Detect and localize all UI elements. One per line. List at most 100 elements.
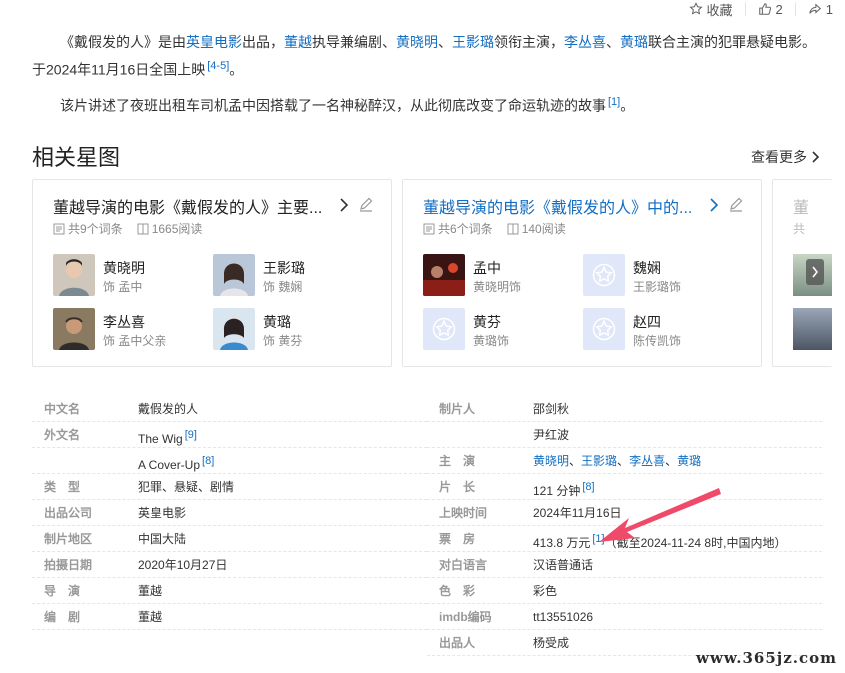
card-title[interactable]: 董越导演的电影《戴假发的人》主要... bbox=[53, 194, 338, 218]
info-value: 黄晓明、王影璐、李丛喜、黄璐 bbox=[533, 448, 701, 474]
separator: 、 bbox=[569, 454, 582, 468]
value-note: （截至2024-11-24 8时,中国内地） bbox=[604, 536, 787, 550]
info-key: 类 型 bbox=[44, 480, 81, 494]
link-dong-yue[interactable]: 董越 bbox=[284, 34, 312, 50]
book-icon bbox=[137, 223, 149, 234]
card-title[interactable]: 董越导演的电影《戴假发的人》中的... bbox=[423, 194, 708, 218]
info-row: imdb编码 tt13551026 bbox=[427, 604, 822, 630]
intro-text: 、 bbox=[606, 34, 620, 50]
card-meta: 共9个词条 1665阅读 bbox=[53, 220, 212, 237]
like-button[interactable]: 2 bbox=[744, 1, 795, 17]
share-icon bbox=[808, 3, 821, 14]
person-role: 饰 孟中父亲 bbox=[103, 334, 167, 348]
info-row: 中文名 戴假发的人 bbox=[32, 396, 427, 422]
entries-icon bbox=[53, 223, 65, 234]
edit-pencil-icon[interactable] bbox=[728, 196, 744, 212]
person-item[interactable]: 黄芬 黄璐饰 bbox=[423, 308, 583, 352]
link-li-congxi[interactable]: 李丛喜 bbox=[564, 34, 606, 50]
info-row: 色 彩 彩色 bbox=[427, 578, 822, 604]
chevron-right-icon bbox=[812, 266, 819, 278]
info-row: 对白语言 汉语普通话 bbox=[427, 552, 822, 578]
entry-count: 共9个词条 bbox=[68, 222, 123, 236]
person-item[interactable]: 黄晓明 饰 孟中 bbox=[53, 254, 213, 298]
reference-link[interactable]: [1] bbox=[592, 533, 604, 545]
info-value: 董越 bbox=[138, 610, 163, 624]
reference-link[interactable]: [8] bbox=[582, 481, 594, 493]
reference-link[interactable]: [1] bbox=[608, 96, 620, 108]
person-name: 李丛喜 bbox=[103, 314, 145, 330]
info-row: 拍摄日期 2020年10月27日 bbox=[32, 552, 427, 578]
star-placeholder-icon bbox=[432, 317, 456, 341]
collect-button[interactable]: 收藏 bbox=[677, 2, 745, 18]
cast-link-huang-xiaoming[interactable]: 黄晓明 bbox=[533, 454, 569, 468]
person-item[interactable]: 王影璐 饰 魏娴 bbox=[213, 254, 373, 298]
reference-link[interactable]: [9] bbox=[185, 429, 197, 441]
info-value: 犯罪、悬疑、剧情 bbox=[138, 480, 235, 494]
link-huang-lu[interactable]: 黄璐 bbox=[620, 34, 648, 50]
link-huang-xiaoming[interactable]: 黄晓明 bbox=[396, 34, 438, 50]
star-icon bbox=[688, 2, 703, 15]
separator: 、 bbox=[665, 454, 678, 468]
avatar bbox=[213, 254, 255, 296]
reference-link[interactable]: [4-5] bbox=[207, 60, 229, 72]
info-key: 色 彩 bbox=[439, 584, 476, 598]
info-row: 外文名 The Wig [9] bbox=[32, 422, 427, 448]
info-key: 编 剧 bbox=[44, 610, 81, 624]
info-value: 2020年10月27日 bbox=[138, 558, 228, 572]
cast-link-wang-yinglu[interactable]: 王影璐 bbox=[581, 454, 617, 468]
info-value: 汉语普通话 bbox=[533, 558, 594, 572]
share-button[interactable]: 1 bbox=[794, 2, 845, 17]
avatar-placeholder bbox=[423, 308, 465, 350]
star-map-card-cast[interactable]: 董越导演的电影《戴假发的人》主要... 共9个词条 1665阅读 黄晓明 饰 孟… bbox=[32, 179, 392, 367]
info-row: 上映时间 2024年11月16日 bbox=[427, 500, 822, 526]
cast-link-huang-lu[interactable]: 黄璐 bbox=[677, 454, 701, 468]
edit-pencil-icon[interactable] bbox=[358, 196, 374, 212]
info-key: 拍摄日期 bbox=[44, 558, 93, 572]
info-row: 出品公司 英皇电影 bbox=[32, 500, 427, 526]
view-more-link[interactable]: 查看更多 bbox=[751, 147, 821, 167]
person-role: 黄璐饰 bbox=[473, 334, 510, 348]
person-item[interactable]: 黄璐 饰 黄芬 bbox=[213, 308, 373, 352]
info-key: 票 房 bbox=[439, 532, 476, 546]
intro-text: 执导兼编剧、 bbox=[312, 34, 396, 50]
person-item[interactable]: 李丛喜 饰 孟中父亲 bbox=[53, 308, 213, 352]
info-value: 英皇电影 bbox=[138, 506, 187, 520]
section-title: 相关星图 bbox=[32, 145, 121, 170]
avatar bbox=[423, 254, 465, 296]
top-action-bar: 收藏 2 1 bbox=[677, 0, 845, 18]
value-text: A Cover-Up bbox=[138, 458, 201, 472]
person-item[interactable]: 魏娴 王影璐饰 bbox=[583, 254, 743, 298]
link-emperor-film[interactable]: 英皇电影 bbox=[186, 34, 242, 50]
intro-text: 。 bbox=[229, 61, 244, 78]
intro-paragraph-2: 该片讲述了夜班出租车司机孟中因搭载了一名神秘醉汉，从此彻底改变了命运轨迹的故事[… bbox=[32, 90, 822, 118]
info-value: 2024年11月16日 bbox=[533, 506, 622, 520]
info-key: 制片地区 bbox=[44, 532, 93, 546]
chevron-right-icon[interactable] bbox=[709, 197, 719, 213]
avatar bbox=[793, 308, 832, 350]
star-placeholder-icon bbox=[592, 263, 616, 287]
person-item[interactable]: 孟中 黄晓明饰 bbox=[423, 254, 583, 298]
star-map-card-characters[interactable]: 董越导演的电影《戴假发的人》中的... 共6个词条 140阅读 孟中 黄晓明饰 … bbox=[402, 179, 762, 367]
cast-link-li-congxi[interactable]: 李丛喜 bbox=[629, 454, 665, 468]
info-row: A Cover-Up [8] bbox=[32, 448, 427, 474]
like-count: 2 bbox=[775, 1, 783, 17]
info-value: 尹红波 bbox=[533, 428, 570, 442]
info-row: 主 演黄晓明、王影璐、李丛喜、黄璐 bbox=[427, 448, 822, 474]
person-name: 黄璐 bbox=[263, 314, 291, 330]
avatar bbox=[53, 308, 95, 350]
info-key: 出品人 bbox=[439, 636, 476, 650]
intro-text: 该片讲述了夜班出租车司机孟中因搭载了一名神秘醉汉，从此彻底改变了命运轨迹的故事 bbox=[60, 97, 606, 114]
intro-paragraph-1: 《戴假发的人》是由英皇电影出品，董越执导兼编剧、黄晓明、王影璐领衔主演，李丛喜、… bbox=[32, 30, 822, 82]
info-key: 制片人 bbox=[439, 402, 476, 416]
card-title: 董 bbox=[793, 200, 810, 217]
info-key: 对白语言 bbox=[439, 558, 488, 572]
info-key: 外文名 bbox=[44, 428, 81, 442]
carousel-next-button[interactable] bbox=[806, 259, 824, 285]
avatar-placeholder bbox=[583, 308, 625, 350]
chevron-right-icon[interactable] bbox=[339, 197, 349, 213]
info-row: 片 长 121 分钟 [8] bbox=[427, 474, 822, 500]
view-count: 1665阅读 bbox=[151, 222, 203, 236]
link-wang-yinglu[interactable]: 王影璐 bbox=[452, 34, 494, 50]
person-item[interactable]: 赵四 陈传凯饰 bbox=[583, 308, 743, 352]
reference-link[interactable]: [8] bbox=[202, 455, 214, 467]
